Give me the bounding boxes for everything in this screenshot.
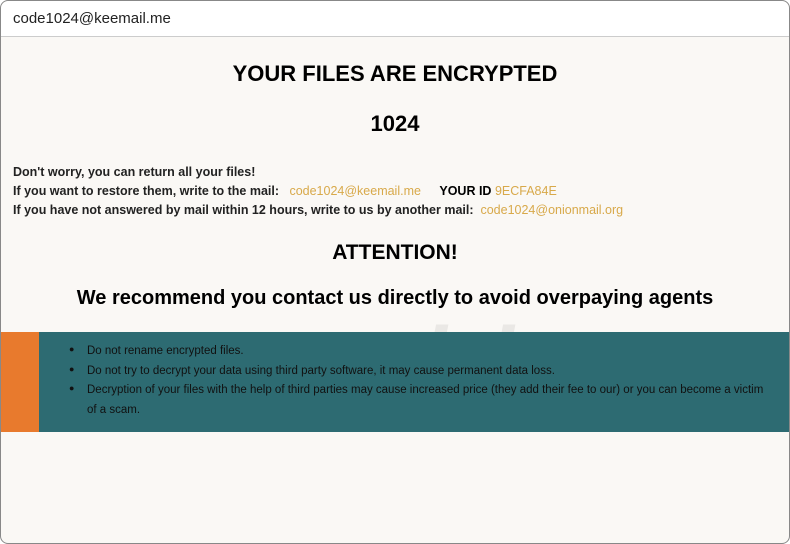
warning-item: Decryption of your files with the help o… — [69, 381, 769, 420]
orange-accent-strip — [1, 332, 39, 432]
your-id-label: YOUR ID — [439, 184, 491, 198]
info-line-2: If you want to restore them, write to th… — [13, 182, 777, 201]
warning-box: Do not rename encrypted files. Do not tr… — [1, 332, 789, 432]
info-line-1: Don't worry, you can return all your fil… — [13, 163, 777, 182]
main-heading: YOUR FILES ARE ENCRYPTED — [1, 61, 789, 87]
secondary-email: code1024@onionmail.org — [480, 203, 623, 217]
content-area: risk.com YOUR FILES ARE ENCRYPTED 1024 D… — [1, 61, 789, 432]
recommend-heading: We recommend you contact us directly to … — [1, 287, 789, 310]
window-title: code1024@keemail.me — [13, 10, 171, 27]
info-line-3-prefix: If you have not answered by mail within … — [13, 203, 474, 217]
warning-list-container: Do not rename encrypted files. Do not tr… — [39, 332, 789, 432]
your-id-value: 9ECFA84E — [495, 184, 557, 198]
id-number-heading: 1024 — [1, 111, 789, 137]
primary-email: code1024@keemail.me — [289, 184, 421, 198]
warning-list: Do not rename encrypted files. Do not tr… — [69, 342, 769, 420]
info-line-3: If you have not answered by mail within … — [13, 201, 777, 220]
attention-heading: ATTENTION! — [1, 241, 789, 265]
ransom-note-window: code1024@keemail.me risk.com YOUR FILES … — [0, 0, 790, 544]
window-titlebar: code1024@keemail.me — [1, 1, 789, 37]
warning-item: Do not try to decrypt your data using th… — [69, 362, 769, 382]
info-block: Don't worry, you can return all your fil… — [1, 163, 789, 219]
info-line-2-prefix: If you want to restore them, write to th… — [13, 184, 279, 198]
warning-item: Do not rename encrypted files. — [69, 342, 769, 362]
